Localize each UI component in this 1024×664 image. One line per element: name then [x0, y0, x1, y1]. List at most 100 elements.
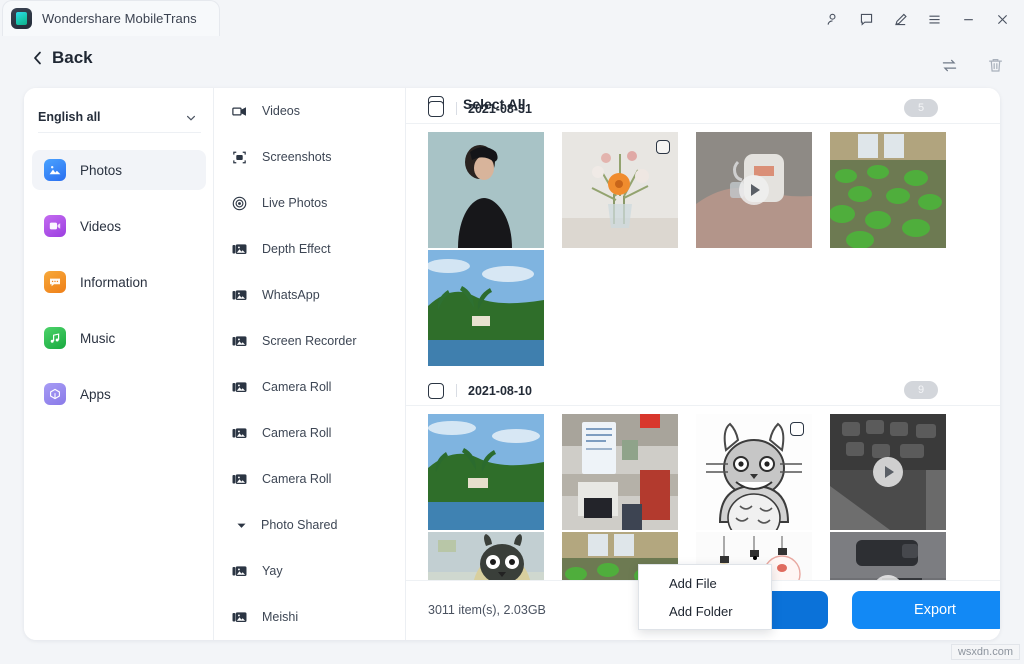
menu-icon[interactable] [920, 6, 948, 32]
date-label: 2021-08-10 [468, 384, 532, 398]
category-item-camera-roll-2[interactable]: Camera Roll [214, 410, 405, 456]
thumbnail-grid [406, 124, 1000, 366]
screenshot-icon [230, 148, 248, 166]
category-item-camera-roll-1[interactable]: Camera Roll [214, 364, 405, 410]
sidebar-item-label: Videos [80, 219, 121, 234]
thumbnail-item-video[interactable] [830, 414, 946, 530]
album-icon [230, 378, 248, 396]
category-label: Videos [262, 104, 300, 118]
thumbnail-item[interactable] [696, 414, 812, 530]
live-photo-icon [230, 194, 248, 212]
chevron-left-icon [32, 50, 43, 66]
category-label: Meishi [262, 610, 298, 624]
thumbnail-item[interactable] [428, 132, 544, 248]
sidebar-nav: Photos Videos [32, 150, 206, 430]
sidebar-item-label: Apps [80, 387, 111, 402]
category-item-yay[interactable]: Yay [214, 548, 405, 594]
category-label: Camera Roll [262, 426, 331, 440]
category-label: Camera Roll [262, 472, 331, 486]
account-icon[interactable] [818, 6, 846, 32]
category-label: WhatsApp [262, 288, 320, 302]
thumbnail-item-video[interactable] [696, 132, 812, 248]
date-group-header: 2021-08-31 5 [406, 94, 1000, 124]
back-button[interactable]: Back [32, 48, 93, 68]
play-icon [739, 175, 769, 205]
category-item-depth-effect[interactable]: Depth Effect [214, 226, 405, 272]
thumbnail-checkbox[interactable] [656, 140, 670, 154]
album-icon [230, 332, 248, 350]
sidebar-item-photos[interactable]: Photos [32, 150, 206, 190]
sidebar-item-information[interactable]: Information [32, 262, 206, 302]
album-icon [230, 608, 248, 626]
item-count-badge: 9 [904, 381, 938, 399]
main-card: English all Photos [24, 88, 1000, 640]
item-stats: 3011 item(s), 2.03GB [428, 603, 546, 617]
toolbar: Back [0, 38, 1024, 90]
album-icon [230, 424, 248, 442]
edit-pen-icon[interactable] [886, 6, 914, 32]
thumbnail-item[interactable] [562, 132, 678, 248]
sidebar: English all Photos [24, 88, 214, 640]
apps-icon [44, 383, 66, 405]
category-item-videos[interactable]: Videos [214, 88, 405, 134]
category-label: Screen Recorder [262, 334, 357, 348]
category-label: Live Photos [262, 196, 327, 210]
date-group-header: 2021-08-10 9 [406, 376, 1000, 406]
category-list: Videos Screenshots Live [214, 88, 406, 640]
context-menu: Add File Add Folder [638, 564, 772, 630]
date-group-checkbox[interactable] [428, 383, 444, 399]
videos-icon [44, 215, 66, 237]
trash-icon[interactable] [982, 52, 1008, 78]
play-icon [873, 457, 903, 487]
category-label: Yay [262, 564, 283, 578]
language-value: English all [38, 110, 101, 124]
toolbar-actions [936, 52, 1008, 78]
sidebar-item-videos[interactable]: Videos [32, 206, 206, 246]
date-label: 2021-08-31 [468, 102, 532, 116]
thumbnail-item[interactable] [428, 250, 544, 366]
thumbnail-item[interactable] [830, 132, 946, 248]
category-item-screen-recorder[interactable]: Screen Recorder [214, 318, 405, 364]
mobiletrans-logo-icon [11, 8, 32, 29]
thumbnail-item[interactable] [562, 414, 678, 530]
category-label: Camera Roll [262, 380, 331, 394]
back-label: Back [52, 48, 93, 68]
window-controls [818, 6, 1016, 32]
album-icon [230, 240, 248, 258]
category-label: Depth Effect [262, 242, 331, 256]
title-bar: Wondershare MobileTrans [0, 0, 1024, 38]
close-icon[interactable] [988, 6, 1016, 32]
sidebar-item-label: Photos [80, 163, 122, 178]
sidebar-item-label: Music [80, 331, 115, 346]
category-label: Photo Shared [261, 518, 337, 532]
date-group-checkbox[interactable] [428, 101, 444, 117]
divider [456, 102, 457, 115]
category-group-photo-shared[interactable]: Photo Shared [214, 502, 405, 548]
photos-icon [44, 159, 66, 181]
thumbnail-checkbox[interactable] [790, 422, 804, 436]
video-camera-icon [230, 102, 248, 120]
album-icon [230, 562, 248, 580]
export-button[interactable]: Export [852, 591, 1000, 629]
application-window: Wondershare MobileTrans [0, 0, 1024, 664]
category-item-meishi[interactable]: Meishi [214, 594, 405, 640]
sync-icon[interactable] [936, 52, 962, 78]
category-item-whatsapp[interactable]: WhatsApp [214, 272, 405, 318]
category-item-camera-roll-3[interactable]: Camera Roll [214, 456, 405, 502]
divider [456, 384, 457, 397]
photo-browser: Select All 2021-08-31 5 [406, 88, 1000, 640]
thumbnail-item[interactable] [428, 414, 544, 530]
minimize-icon[interactable] [954, 6, 982, 32]
category-item-live-photos[interactable]: Live Photos [214, 180, 405, 226]
album-icon [230, 470, 248, 488]
sidebar-item-apps[interactable]: Apps [32, 374, 206, 414]
feedback-icon[interactable] [852, 6, 880, 32]
watermark: wsxdn.com [951, 644, 1020, 660]
app-title: Wondershare MobileTrans [42, 11, 197, 26]
language-selector[interactable]: English all [38, 101, 201, 133]
sidebar-item-music[interactable]: Music [32, 318, 206, 358]
category-item-screenshots[interactable]: Screenshots [214, 134, 405, 180]
context-menu-item-add-folder[interactable]: Add Folder [639, 597, 771, 625]
context-menu-item-add-file[interactable]: Add File [639, 569, 771, 597]
music-icon [44, 327, 66, 349]
